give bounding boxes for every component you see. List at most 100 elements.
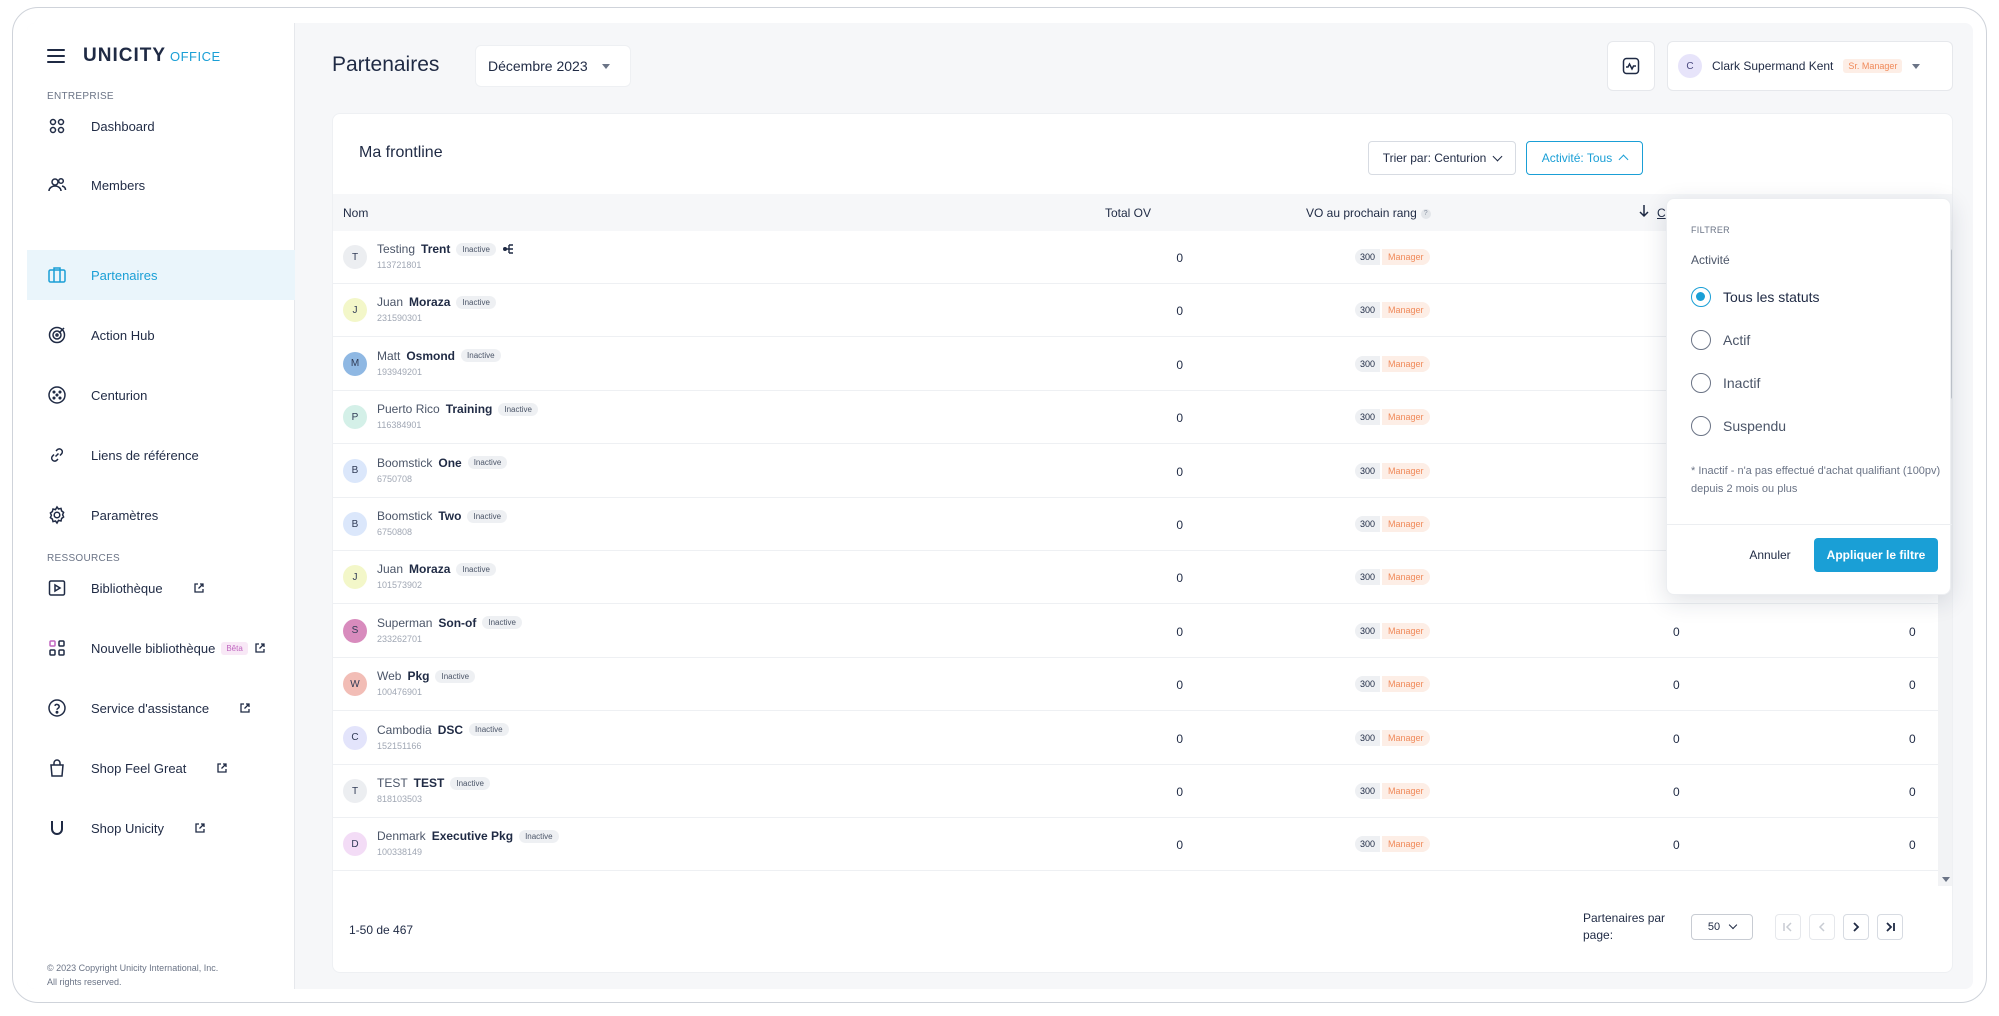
partner-name[interactable]: Juan Moraza Inactive: [377, 295, 496, 309]
radio-checked-icon[interactable]: [1691, 287, 1711, 307]
table-row[interactable]: S Superman Son-of Inactive 233262701 0 300 Mana…: [333, 605, 1938, 658]
rank-badge: Manager: [1382, 462, 1430, 479]
rank-badge: Manager: [1382, 676, 1430, 693]
window-frame: UNICITY OFFICE ENTREPRISE Dashboard Membe…: [12, 7, 1987, 1003]
sidebar-item-liens[interactable]: Liens de référence: [27, 430, 295, 480]
brand: UNICITY OFFICE: [47, 45, 221, 67]
total-ov-value: 0: [1176, 785, 1183, 799]
radio-label: Tous les statuts: [1723, 289, 1820, 305]
per-page-select[interactable]: 50: [1691, 914, 1753, 940]
vo-next-rank: 300 Manager: [1355, 569, 1430, 586]
prev-page-button[interactable]: [1809, 914, 1835, 940]
centurion-value: 0: [1673, 838, 1680, 853]
partner-name[interactable]: TEST TEST Inactive: [377, 776, 490, 790]
last-column-value: 0: [1909, 731, 1916, 746]
radio-icon[interactable]: [1691, 416, 1711, 436]
sidebar-item-label: Bibliothèque: [91, 580, 163, 596]
sidebar-item-action-hub[interactable]: Action Hub: [27, 310, 295, 360]
sidebar-item-members[interactable]: Members: [27, 160, 295, 210]
table-row[interactable]: W Web Pkg Inactive 100476901 0 300 Manager 0 0: [333, 658, 1938, 712]
vo-next-rank: 300 Manager: [1355, 783, 1430, 799]
radio-label: Actif: [1723, 332, 1751, 348]
column-header-total-ov[interactable]: Total OV: [1105, 206, 1151, 220]
partner-name[interactable]: Boomstick Two Inactive: [377, 509, 508, 523]
radio-icon[interactable]: [1691, 373, 1711, 393]
rank-badge: Manager: [1382, 302, 1430, 319]
external-link-icon: [193, 583, 204, 593]
filter-subtitle: Activité: [1691, 253, 1730, 267]
partner-name[interactable]: Web Pkg Inactive: [377, 669, 476, 683]
first-page-button[interactable]: [1775, 914, 1801, 940]
partner-name[interactable]: Puerto Rico Training Inactive: [377, 402, 538, 416]
vo-value: 300: [1355, 783, 1381, 799]
column-header-name[interactable]: Nom: [343, 206, 368, 220]
cancel-button[interactable]: Annuler: [1732, 538, 1808, 572]
logo[interactable]: UNICITY OFFICE: [83, 45, 221, 67]
partner-id: 6750808: [377, 527, 413, 537]
status-badge: Inactive: [469, 723, 509, 737]
help-icon[interactable]: ?: [1420, 208, 1431, 219]
last-page-button[interactable]: [1877, 914, 1903, 940]
vo-value: 300: [1355, 462, 1381, 479]
menu-icon[interactable]: [47, 49, 65, 63]
activity-filter-button[interactable]: Activité: Tous: [1526, 141, 1643, 175]
radio-option-all[interactable]: Tous les statuts: [1691, 287, 1820, 307]
sort-dropdown[interactable]: Trier par: Centurion: [1368, 141, 1516, 175]
radio-option-suspendu[interactable]: Suspendu: [1691, 416, 1786, 436]
sidebar-item-nouvelle-bibliotheque[interactable]: Nouvelle bibliothèque Bêta: [27, 623, 295, 673]
sidebar-item-dashboard[interactable]: Dashboard: [27, 101, 295, 151]
sidebar-item-partenaires[interactable]: Partenaires: [27, 250, 295, 300]
next-page-button[interactable]: [1843, 914, 1869, 940]
partner-name[interactable]: Superman Son-of Inactive: [377, 616, 522, 630]
partner-name[interactable]: Denmark Executive Pkg Inactive: [377, 829, 559, 843]
table-row[interactable]: C Cambodia DSC Inactive 152151166 0 300 Manager…: [333, 712, 1938, 765]
avatar: B: [343, 458, 367, 483]
vo-value: 300: [1355, 622, 1381, 639]
partner-id: 100338149: [377, 847, 423, 858]
sidebar-item-bibliotheque[interactable]: Bibliothèque: [27, 563, 295, 613]
table-row[interactable]: T TEST TEST Inactive 818103503 0 300 Manager 0 0: [333, 765, 1938, 818]
scroll-down-icon[interactable]: [1942, 877, 1950, 882]
chevron-left-icon: [1818, 922, 1825, 932]
sidebar-item-label: Partenaires: [91, 267, 158, 283]
sort-arrow-down-icon[interactable]: [1638, 204, 1650, 221]
partner-name[interactable]: Boomstick One Inactive: [377, 456, 508, 470]
radio-icon[interactable]: [1691, 330, 1711, 350]
total-ov-value: 0: [1176, 304, 1183, 319]
avatar: D: [343, 832, 367, 857]
partner-name[interactable]: Testing Trent Inactive: [377, 242, 516, 256]
sidebar-item-shop-feel-great[interactable]: Shop Feel Great: [27, 743, 295, 793]
status-badge: Inactive: [456, 562, 496, 576]
partner-id: 818103503: [377, 794, 423, 804]
activity-monitor-button[interactable]: [1607, 41, 1655, 91]
sidebar-item-centurion[interactable]: Centurion: [27, 370, 295, 420]
radio-option-actif[interactable]: Actif: [1691, 330, 1750, 350]
column-header-vo-next-rank[interactable]: VO au prochain rang?: [1306, 206, 1431, 220]
pagination-range: 1-50 de 467: [349, 923, 414, 937]
sidebar-item-label: Shop Unicity: [91, 820, 164, 836]
radio-label: Suspendu: [1723, 418, 1787, 434]
total-ov-value: 0: [1176, 251, 1183, 265]
partner-name[interactable]: Cambodia DSC Inactive: [377, 723, 509, 737]
sidebar-item-parametres[interactable]: Paramètres: [27, 490, 295, 540]
rank-badge: Manager: [1382, 836, 1430, 853]
month-select[interactable]: Décembre 2023: [475, 45, 631, 87]
dots-circle-icon: [47, 385, 67, 405]
partner-name[interactable]: Juan Moraza Inactive: [377, 562, 496, 576]
apply-filter-button[interactable]: Appliquer le filtre: [1814, 538, 1938, 572]
partner-id: 6750708: [377, 473, 413, 484]
sidebar-item-label: Members: [91, 177, 146, 193]
sidebar-item-service-assistance[interactable]: Service d'assistance: [27, 683, 295, 733]
radio-option-inactif[interactable]: Inactif: [1691, 373, 1760, 393]
briefcase-icon: [47, 265, 67, 285]
partner-name[interactable]: Matt Osmond Inactive: [377, 349, 501, 363]
table-row[interactable]: D Denmark Executive Pkg Inactive 100338149 0 3…: [333, 818, 1938, 872]
user-menu[interactable]: C Clark Supermand Kent Sr. Manager: [1667, 41, 1953, 91]
sidebar-item-shop-unicity[interactable]: Shop Unicity: [27, 803, 295, 853]
vo-value: 300: [1355, 569, 1381, 586]
avatar: C: [343, 725, 367, 750]
avatar: J: [343, 298, 367, 323]
column-header-centurion[interactable]: C: [1657, 206, 1666, 220]
rank-badge: Manager: [1382, 783, 1430, 799]
genealogy-tree-icon[interactable]: [502, 242, 516, 256]
